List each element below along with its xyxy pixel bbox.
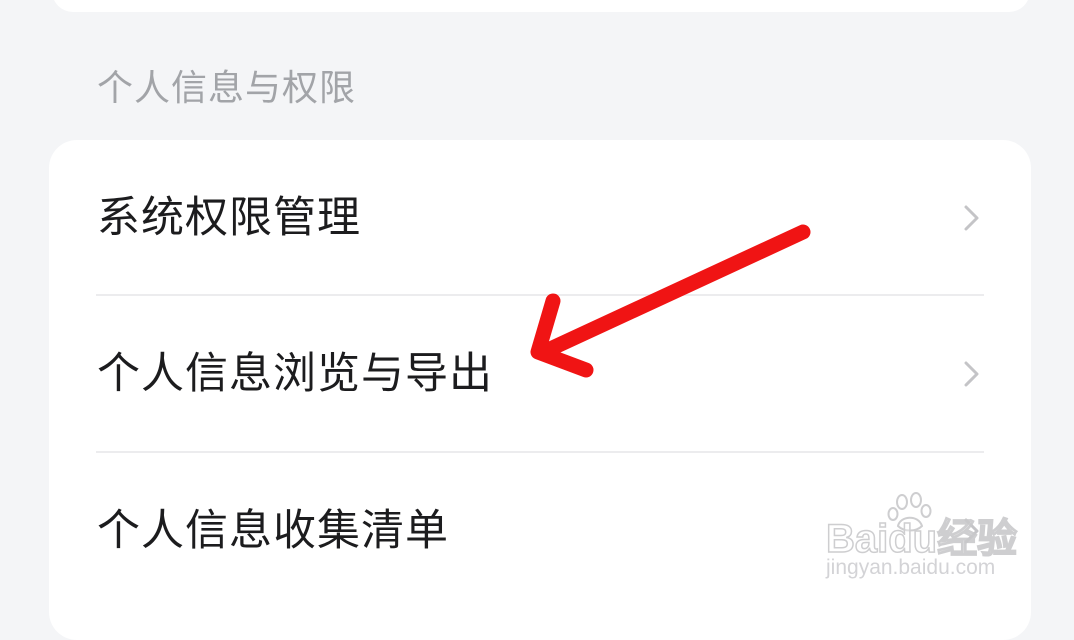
menu-item-personal-info-export[interactable]: 个人信息浏览与导出 — [49, 296, 1031, 452]
menu-item-label: 个人信息浏览与导出 — [97, 349, 493, 399]
chevron-right-icon — [964, 361, 979, 387]
menu-item-label: 系统权限管理 — [97, 193, 361, 243]
section-title: 个人信息与权限 — [97, 68, 357, 109]
previous-card — [52, 0, 1030, 12]
menu-item-system-permissions[interactable]: 系统权限管理 — [49, 140, 1031, 296]
chevron-right-icon — [964, 518, 979, 544]
chevron-right-icon — [964, 205, 979, 231]
menu-item-label: 个人信息收集清单 — [97, 506, 449, 556]
menu-item-personal-info-collection[interactable]: 个人信息收集清单 — [49, 453, 1031, 609]
settings-card: 系统权限管理 个人信息浏览与导出 个人信息收集清单 — [49, 140, 1031, 640]
